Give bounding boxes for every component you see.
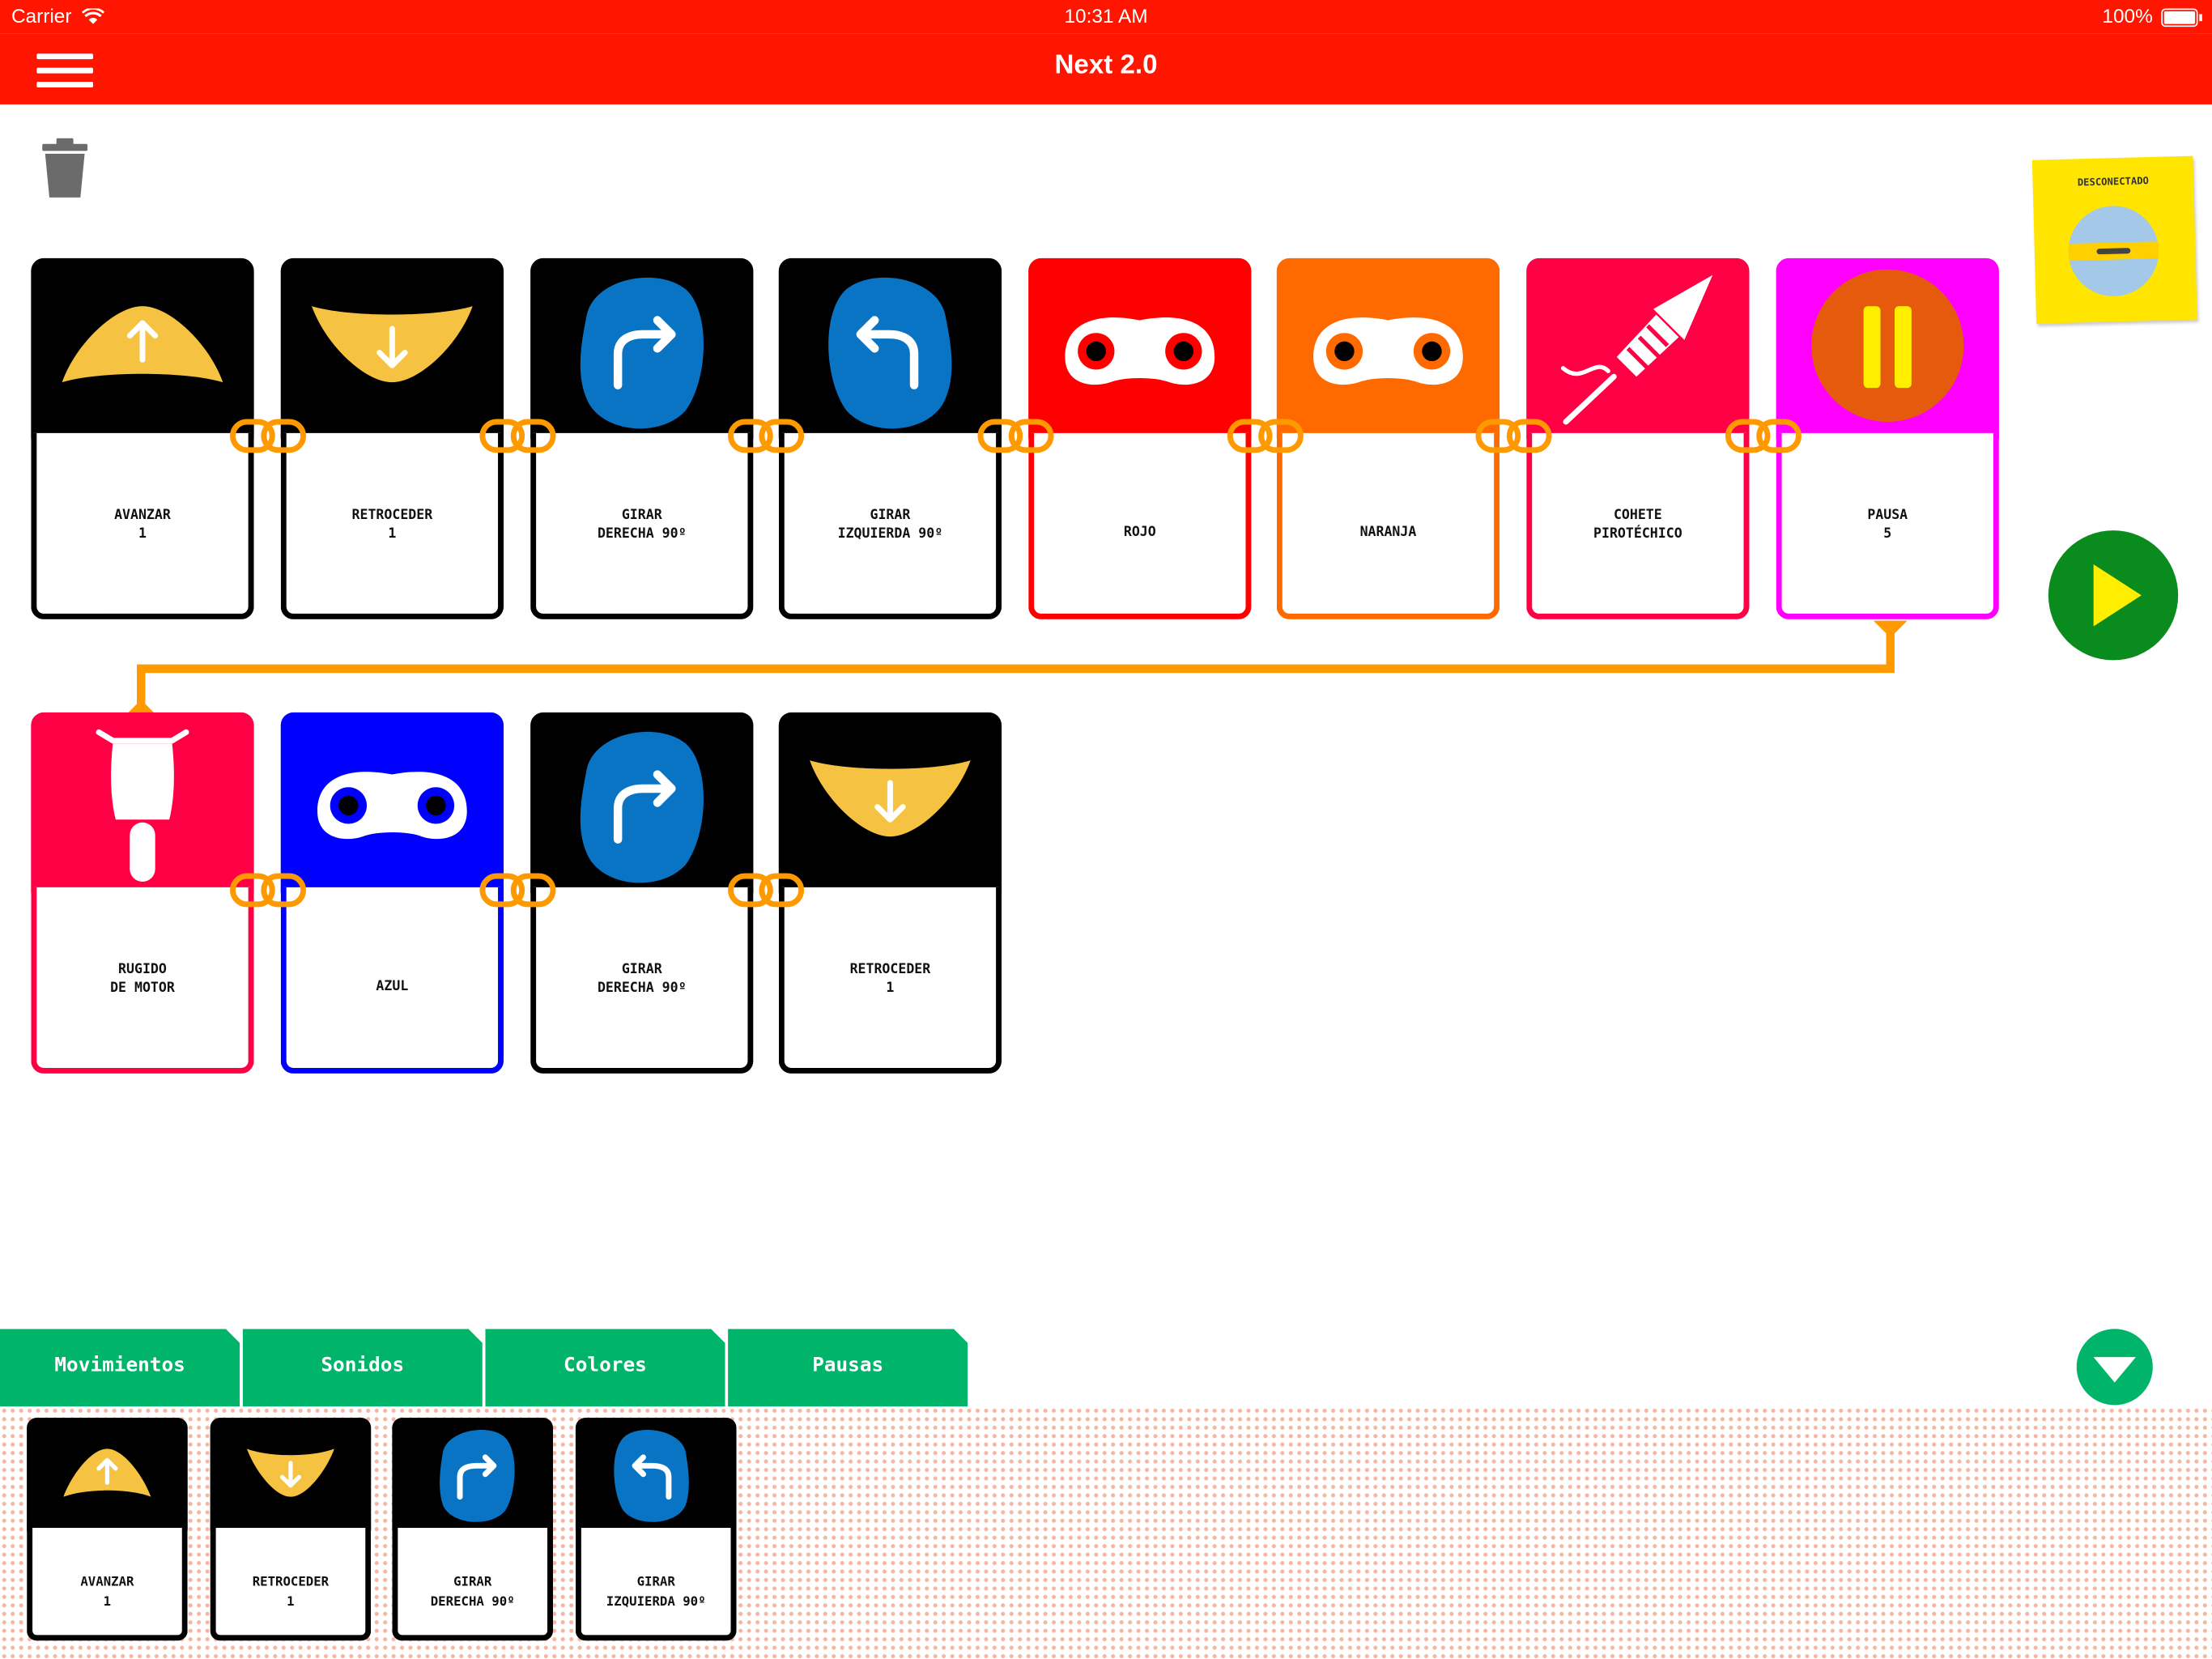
program-card[interactable]: RUGIDO DE MOTOR [31,712,254,1074]
chain-link-icon [728,873,805,908]
card-label: COHETE PIROTÉCHICO [1593,508,1682,542]
card-label: RETROCEDER 1 [351,508,433,542]
pause-icon [1811,269,1964,422]
chain-link-icon [1227,419,1304,453]
card-label: NARANJA [1359,525,1417,541]
card-label: GIRAR DERECHA 90º [597,962,687,997]
red-eyes-icon [1065,317,1215,385]
tab-pausas[interactable]: Pausas [728,1329,968,1407]
program-card[interactable]: COHETE PIROTÉCHICO [1526,257,1750,619]
tab-label: Pausas [812,1354,884,1377]
chevron-down-icon [2093,1357,2136,1383]
block-palette: AVANZAR 1 RETROCEDER 1 GIRAR DERECHA 90º [0,1406,2212,1659]
program-card[interactable]: GIRAR DERECHA 90º [530,257,754,619]
rocket-icon [1560,274,1713,425]
chain-link-icon [977,419,1054,453]
app-root: Carrier 10:31 AM 100% Next 2.0 DESCONECT… [0,0,2212,1659]
program-card[interactable]: AVANZAR 1 [31,257,254,619]
tab-movimientos[interactable]: Movimientos [0,1329,240,1407]
card-label: GIRAR DERECHA 90º [597,508,687,542]
card-label: AVANZAR 1 [80,1576,134,1610]
chain-link-icon [479,419,556,453]
card-label: GIRAR IZQUIERDA 90º [606,1576,706,1610]
program-card[interactable]: GIRAR DERECHA 90º [530,712,754,1074]
card-label: PAUSA 5 [1867,508,1908,542]
card-label: ROJO [1123,525,1156,541]
card-label: RETROCEDER 1 [849,962,931,997]
program-card[interactable]: NARANJA [1276,257,1500,619]
card-label: RUGIDO DE MOTOR [110,962,175,997]
motorbike-icon [96,729,189,882]
arrow-up-icon [62,306,223,383]
tab-sonidos[interactable]: Sonidos [242,1329,483,1407]
orange-eyes-icon [1313,317,1463,385]
tab-label: Colores [564,1354,647,1377]
program-card[interactable]: RETROCEDER 1 [280,257,504,619]
card-label: AVANZAR 1 [114,508,171,542]
tab-label: Movimientos [54,1354,185,1377]
blue-eyes-icon [317,772,467,840]
program-card[interactable]: PAUSA 5 [1776,257,1999,619]
card-label: GIRAR IZQUIERDA 90º [837,508,943,542]
program-card[interactable]: GIRAR IZQUIERDA 90º [778,257,1002,619]
arrow-down-icon [810,760,971,837]
turn-right-icon [440,1429,515,1522]
palette-card[interactable]: GIRAR DERECHA 90º [392,1418,553,1641]
tab-colores[interactable]: Colores [485,1329,725,1407]
turn-right-icon [580,277,704,429]
chain-link-icon [230,873,307,908]
program-card[interactable]: RETROCEDER 1 [778,712,1002,1074]
turn-left-icon [614,1429,689,1522]
program-card[interactable]: AZUL [280,712,504,1074]
collapse-palette-button[interactable] [2076,1329,2153,1406]
palette-card[interactable]: GIRAR IZQUIERDA 90º [575,1418,737,1641]
chain-link-icon [479,873,556,908]
turn-right-icon [580,731,704,883]
chain-link-icon [1725,419,1802,453]
chain-link-icon [728,419,805,453]
card-label: RETROCEDER 1 [252,1576,330,1610]
palette-card[interactable]: RETROCEDER 1 [210,1418,372,1641]
card-label: GIRAR DERECHA 90º [430,1576,515,1610]
arrow-down-icon [312,306,473,383]
program-card[interactable]: ROJO [1028,257,1252,619]
tab-label: Sonidos [321,1354,405,1377]
chain-link-icon [1475,419,1552,453]
arrow-down-icon [246,1448,334,1497]
chain-link-icon [230,419,307,453]
arrow-up-icon [63,1448,151,1497]
palette-card[interactable]: AVANZAR 1 [27,1418,188,1641]
turn-left-icon [828,277,952,429]
card-label: AZUL [376,979,409,995]
